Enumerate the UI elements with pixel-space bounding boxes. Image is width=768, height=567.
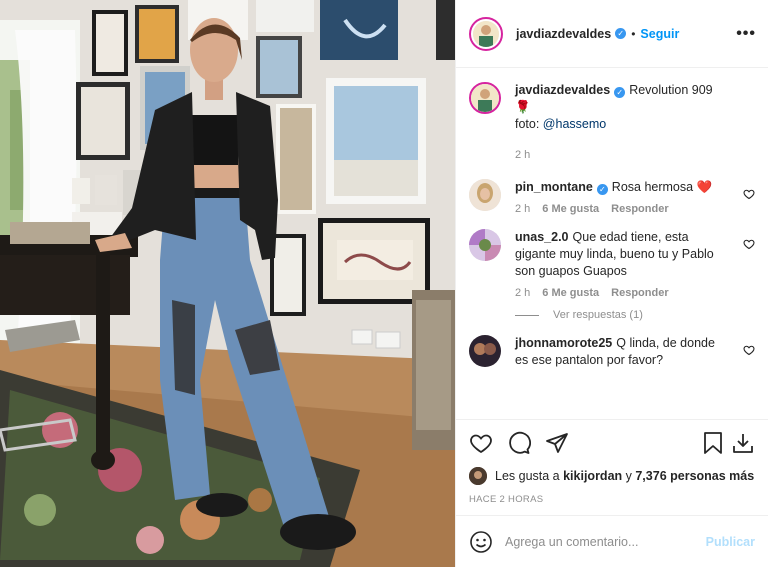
photo-illustration [0,0,455,567]
comment-input[interactable] [505,534,706,549]
likes-prefix: Les gusta a [495,469,564,483]
author-avatar-image [473,20,499,47]
post-modal: javdiazdevaldes ✓ • Seguir ••• javdiazde… [0,0,768,567]
replies-divider [515,314,539,316]
likes-user-link[interactable]: kikijordan [563,469,622,483]
caption-meta: 2 h [515,149,731,161]
more-options-icon[interactable]: ••• [736,25,756,43]
commenter-avatar[interactable] [469,179,501,211]
caption-text: javdiazdevaldes ✓ Revolution 909 🌹 foto: @… [515,82,731,133]
comment-username[interactable]: jhonnamorote25 [515,336,612,350]
comment-item: unas_2.0 Que edad tiene, esta gigante muy… [469,229,755,299]
actions-right-group [701,431,755,455]
view-replies-button[interactable]: Ver respuestas (1) [515,309,755,321]
comment-reply-button[interactable]: Responder [611,203,668,215]
comment-meta: 2 h 6 Me gusta Responder [515,287,731,299]
caption: javdiazdevaldes ✓ Revolution 909 🌹 foto: @… [469,82,755,161]
post-photo[interactable] [0,0,455,567]
caption-avatar[interactable] [469,82,501,114]
comment-item: jhonnamorote25 Q linda, de donde es ese p… [469,335,755,369]
caption-username[interactable]: javdiazdevaldes [515,83,610,97]
commenter-avatar[interactable] [469,335,501,367]
comment-like-heart-icon[interactable] [743,344,755,356]
header-separator: • [631,26,636,41]
caption-foto-prefix: foto: [515,117,543,131]
comment-text: unas_2.0 Que edad tiene, esta gigante muy… [515,229,731,280]
download-icon[interactable] [731,431,755,455]
post-side-panel: javdiazdevaldes ✓ • Seguir ••• javdiazde… [455,0,768,567]
comment-username[interactable]: pin_montane [515,180,593,194]
heart-outline-icon[interactable] [469,431,493,455]
verified-badge-icon: ✓ [615,28,627,39]
add-comment-bar: Publicar [456,515,768,567]
verified-badge-icon: ✓ [614,87,626,98]
post-time-ago[interactable]: HACE 2 HORAS [456,487,768,515]
liker-avatar[interactable] [469,467,487,485]
comment-likes[interactable]: 6 Me gusta [542,203,599,215]
comment-body: Rosa hermosa ❤️ [611,180,713,194]
author-username[interactable]: javdiazdevaldes [516,27,611,41]
likes-middle: y [622,469,636,483]
comments-list[interactable]: javdiazdevaldes ✓ Revolution 909 🌹 foto: @… [456,68,768,419]
likes-text: Les gusta a kikijordan y 7,376 personas … [495,469,754,483]
comment-text: jhonnamorote25 Q linda, de donde es ese p… [515,335,731,369]
caption-mention-link[interactable]: @hassemo [543,117,606,131]
bookmark-icon[interactable] [701,431,725,455]
publish-button[interactable]: Publicar [706,535,755,549]
commenter-avatar[interactable] [469,229,501,261]
commenter-avatar-image [469,179,501,211]
smiley-icon[interactable] [469,530,493,554]
comment-item: pin_montane ✓ Rosa hermosa ❤️ 2 h 6 Me gus… [469,179,755,215]
comment-like-heart-icon[interactable] [743,238,755,250]
comment-likes[interactable]: 6 Me gusta [542,287,599,299]
post-actions-bar [456,419,768,465]
comment-text: pin_montane ✓ Rosa hermosa ❤️ [515,179,731,196]
liker-avatar-image [469,467,487,485]
commenter-avatar-image [469,335,501,367]
comment-time[interactable]: 2 h [515,287,530,299]
comment-bubble-icon[interactable] [507,431,531,455]
verified-badge-icon: ✓ [596,184,608,195]
view-replies-label: Ver respuestas (1) [553,309,643,321]
comment-meta: 2 h 6 Me gusta Responder [515,203,731,215]
paper-plane-icon[interactable] [545,431,569,455]
caption-time[interactable]: 2 h [515,149,530,161]
follow-button[interactable]: Seguir [640,27,679,41]
comment-like-heart-icon[interactable] [743,188,755,200]
comment-time[interactable]: 2 h [515,203,530,215]
comment-reply-button[interactable]: Responder [611,287,668,299]
commenter-avatar-image [469,229,501,261]
caption-avatar-image [471,84,499,112]
header-user-row: javdiazdevaldes ✓ • Seguir [516,27,679,41]
comment-username[interactable]: unas_2.0 [515,230,569,244]
likes-summary: Les gusta a kikijordan y 7,376 personas … [456,465,768,487]
author-avatar[interactable] [469,16,503,51]
likes-count-link[interactable]: 7,376 personas más [635,469,754,483]
post-header: javdiazdevaldes ✓ • Seguir ••• [456,0,768,68]
